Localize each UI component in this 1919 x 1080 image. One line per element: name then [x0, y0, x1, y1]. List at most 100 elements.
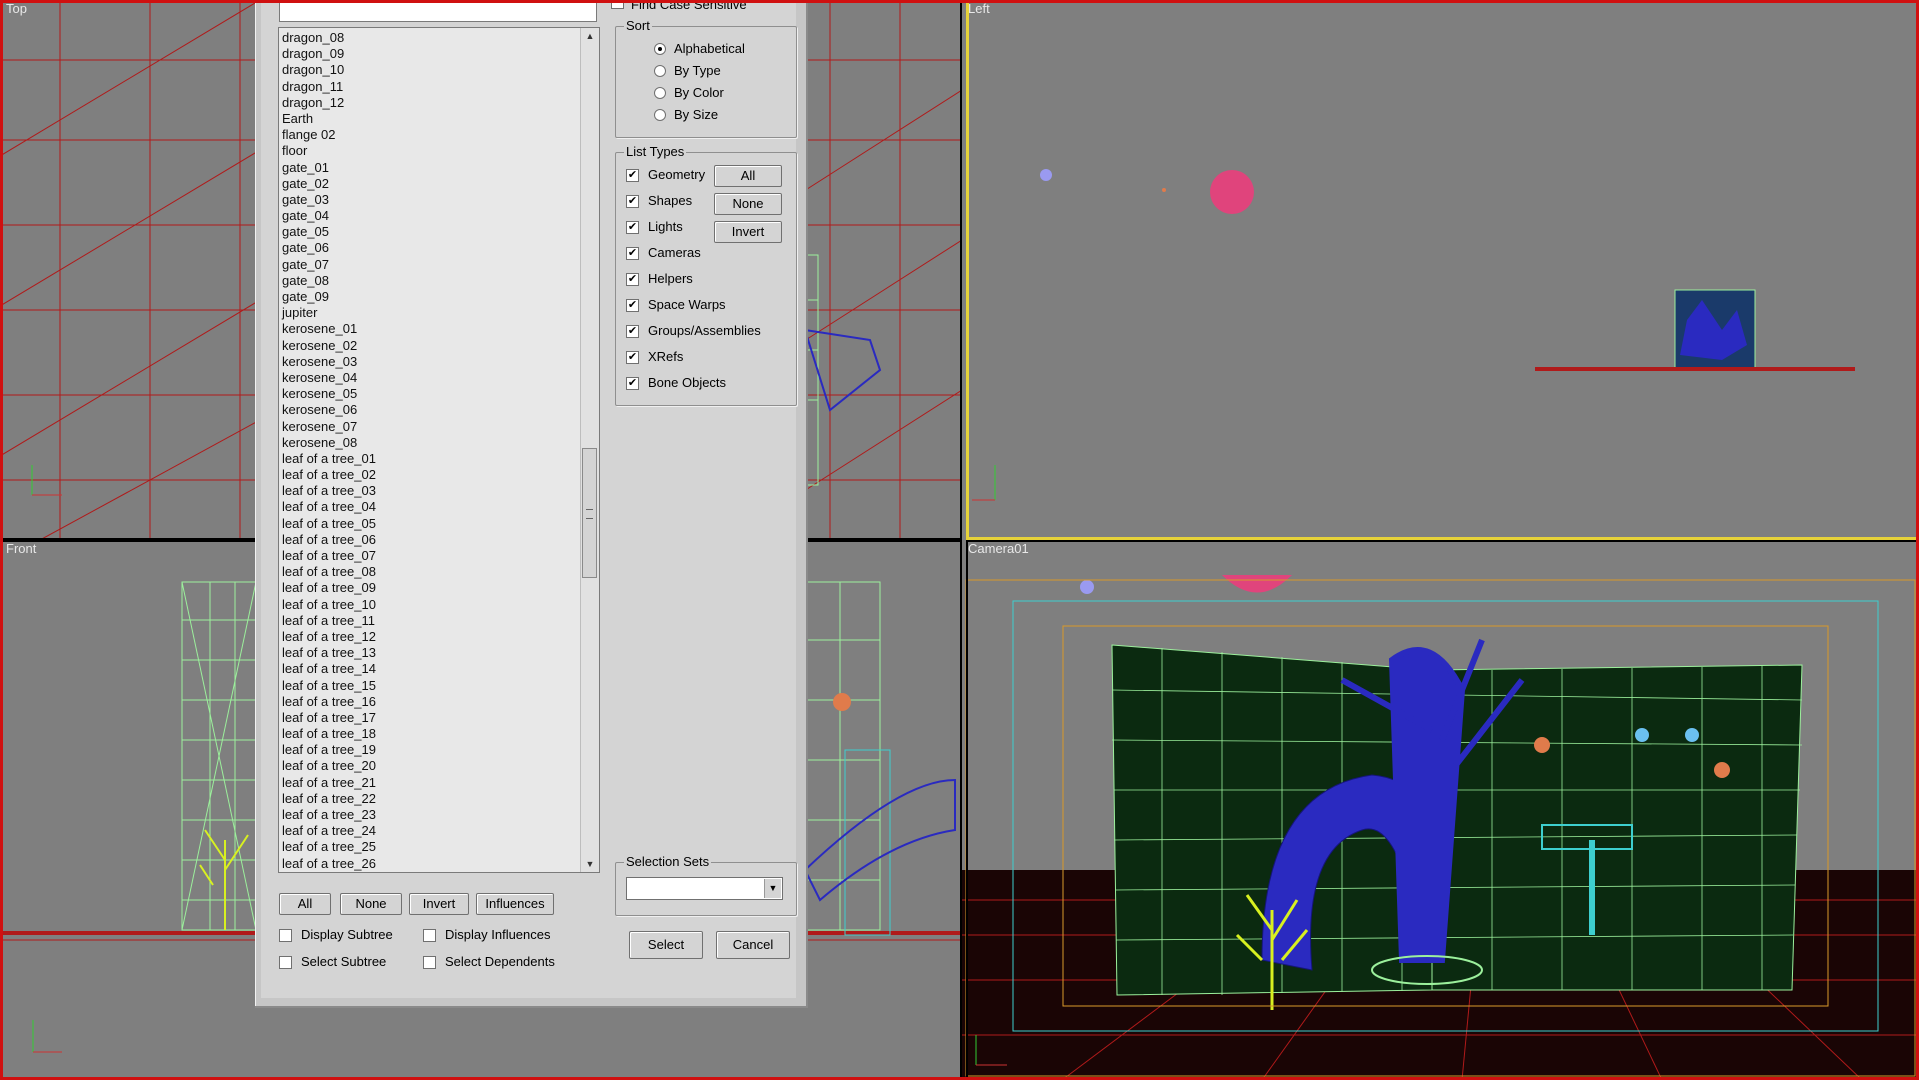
list-item[interactable]: leaf of a tree_18: [282, 726, 572, 742]
list-item[interactable]: leaf of a tree_10: [282, 597, 572, 613]
list-item[interactable]: gate_07: [282, 257, 572, 273]
sort-by-size-radio[interactable]: [654, 109, 666, 121]
list-item[interactable]: leaf of a tree_16: [282, 694, 572, 710]
list-type-label: XRefs: [648, 349, 684, 364]
name-search-input[interactable]: [279, 0, 597, 22]
list-type-checkbox[interactable]: ✔: [626, 299, 639, 312]
list-item[interactable]: leaf of a tree_23: [282, 807, 572, 823]
scroll-up-arrow-icon[interactable]: ▲: [581, 28, 599, 44]
object-listbox[interactable]: dragon_08 dragon_09 dragon_10 dragon_11 drag…: [278, 27, 600, 873]
list-type-checkbox[interactable]: ✔: [626, 325, 639, 338]
select-button[interactable]: Select: [629, 931, 703, 959]
list-item[interactable]: dragon_12: [282, 95, 572, 111]
list-item[interactable]: leaf of a tree_13: [282, 645, 572, 661]
viewport-label-front: Front: [6, 541, 37, 556]
viewport-camera[interactable]: Camera01: [962, 540, 1919, 1080]
list-type-label: Helpers: [648, 271, 693, 286]
selection-sets-group: Selection Sets ▼: [615, 854, 797, 916]
list-item[interactable]: gate_02: [282, 176, 572, 192]
display-influences-checkbox[interactable]: [423, 929, 436, 942]
list-item[interactable]: leaf of a tree_08: [282, 564, 572, 580]
list-type-checkbox[interactable]: ✔: [626, 169, 639, 182]
sort-by-type-radio[interactable]: [654, 65, 666, 77]
list-item[interactable]: kerosene_02: [282, 338, 572, 354]
list-item[interactable]: leaf of a tree_17: [282, 710, 572, 726]
sort-group-title: Sort: [624, 18, 652, 33]
list-item[interactable]: kerosene_07: [282, 419, 572, 435]
list-item[interactable]: flange 02: [282, 127, 572, 143]
list-item[interactable]: dragon_09: [282, 46, 572, 62]
list-type-checkbox[interactable]: ✔: [626, 377, 639, 390]
types-none-button[interactable]: None: [714, 193, 782, 215]
list-item[interactable]: leaf of a tree_11: [282, 613, 572, 629]
list-item[interactable]: leaf of a tree_20: [282, 758, 572, 774]
list-item[interactable]: dragon_11: [282, 79, 572, 95]
list-item[interactable]: leaf of a tree_06: [282, 532, 572, 548]
list-item[interactable]: leaf of a tree_07: [282, 548, 572, 564]
cancel-button[interactable]: Cancel: [716, 931, 790, 959]
list-item[interactable]: floor: [282, 143, 572, 159]
list-type-checkbox[interactable]: ✔: [626, 195, 639, 208]
list-item[interactable]: gate_09: [282, 289, 572, 305]
list-item[interactable]: gate_06: [282, 240, 572, 256]
display-subtree-checkbox[interactable]: [279, 929, 292, 942]
list-item[interactable]: leaf of a tree_19: [282, 742, 572, 758]
list-item[interactable]: leaf of a tree_12: [282, 629, 572, 645]
list-item[interactable]: jupiter: [282, 305, 572, 321]
list-item[interactable]: leaf of a tree_15: [282, 678, 572, 694]
select-dependents-checkbox[interactable]: [423, 956, 436, 969]
find-case-sensitive-label: Find Case Sensitive: [631, 0, 747, 12]
list-item[interactable]: gate_05: [282, 224, 572, 240]
list-item[interactable]: kerosene_03: [282, 354, 572, 370]
list-item[interactable]: dragon_10: [282, 62, 572, 78]
list-item[interactable]: leaf of a tree_02: [282, 467, 572, 483]
list-all-button[interactable]: All: [279, 893, 331, 915]
list-item[interactable]: gate_04: [282, 208, 572, 224]
find-case-sensitive-checkbox[interactable]: [611, 0, 624, 9]
scroll-thumb[interactable]: [582, 448, 597, 578]
list-item[interactable]: kerosene_08: [282, 435, 572, 451]
dialog-body: dragon_08 dragon_09 dragon_10 dragon_11 drag…: [261, 0, 797, 998]
list-item[interactable]: gate_08: [282, 273, 572, 289]
list-item[interactable]: kerosene_01: [282, 321, 572, 337]
list-invert-button[interactable]: Invert: [409, 893, 469, 915]
list-item[interactable]: gate_03: [282, 192, 572, 208]
list-item[interactable]: leaf of a tree_01: [282, 451, 572, 467]
list-item[interactable]: leaf of a tree_24: [282, 823, 572, 839]
sort-option-label: By Color: [674, 85, 724, 100]
list-influences-button[interactable]: Influences: [476, 893, 554, 915]
list-item[interactable]: leaf of a tree_09: [282, 580, 572, 596]
types-all-button[interactable]: All: [714, 165, 782, 187]
selection-sets-dropdown[interactable]: ▼: [626, 877, 783, 900]
list-item[interactable]: Earth: [282, 111, 572, 127]
list-item[interactable]: leaf of a tree_26: [282, 856, 572, 872]
list-item[interactable]: leaf of a tree_04: [282, 499, 572, 515]
list-item[interactable]: leaf of a tree_21: [282, 775, 572, 791]
object-list-scrollbar[interactable]: ▲ ▼: [580, 28, 599, 872]
chevron-down-icon[interactable]: ▼: [764, 879, 781, 898]
list-item[interactable]: dragon_08: [282, 30, 572, 46]
list-type-label: Cameras: [648, 245, 701, 260]
list-type-checkbox[interactable]: ✔: [626, 273, 639, 286]
list-type-checkbox[interactable]: ✔: [626, 351, 639, 364]
scroll-down-arrow-icon[interactable]: ▼: [581, 856, 599, 872]
viewport-left[interactable]: Left: [962, 0, 1919, 540]
list-item[interactable]: leaf of a tree_03: [282, 483, 572, 499]
list-item[interactable]: leaf of a tree_05: [282, 516, 572, 532]
list-type-checkbox[interactable]: ✔: [626, 221, 639, 234]
list-item[interactable]: leaf of a tree_22: [282, 791, 572, 807]
select-subtree-checkbox[interactable]: [279, 956, 292, 969]
list-item[interactable]: gate_01: [282, 160, 572, 176]
selection-sets-title: Selection Sets: [624, 854, 712, 869]
list-item[interactable]: leaf of a tree_25: [282, 839, 572, 855]
sort-by-color-radio[interactable]: [654, 87, 666, 99]
list-none-button[interactable]: None: [340, 893, 402, 915]
list-type-label: Shapes: [648, 193, 693, 208]
list-type-checkbox[interactable]: ✔: [626, 247, 639, 260]
sort-alphabetical-radio[interactable]: [654, 43, 666, 55]
types-invert-button[interactable]: Invert: [714, 221, 782, 243]
list-item[interactable]: kerosene_04: [282, 370, 572, 386]
list-item[interactable]: kerosene_06: [282, 402, 572, 418]
list-item[interactable]: leaf of a tree_14: [282, 661, 572, 677]
list-item[interactable]: kerosene_05: [282, 386, 572, 402]
